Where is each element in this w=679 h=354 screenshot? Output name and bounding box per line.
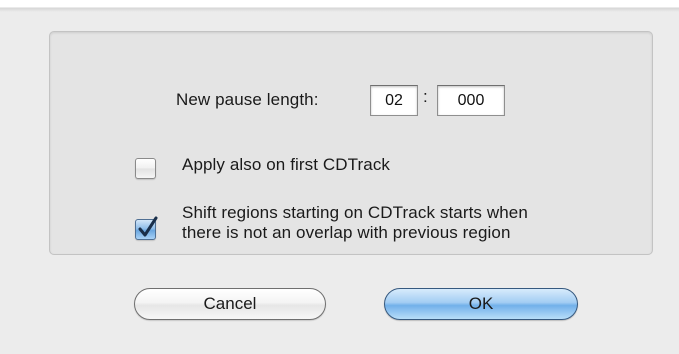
shift-regions-label-line1: Shift regions starting on CDTrack starts… (182, 203, 528, 222)
shift-regions-checkbox[interactable] (135, 216, 158, 240)
time-separator: : (423, 87, 428, 106)
checkmark-icon (138, 216, 158, 237)
cancel-button[interactable]: Cancel (134, 288, 326, 320)
pause-length-label: New pause length: (176, 90, 319, 109)
window-top-edge (0, 0, 679, 12)
apply-first-cdtrack-label: Apply also on first CDTrack (182, 155, 391, 174)
ok-button[interactable]: OK (384, 288, 578, 320)
pause-frames-field[interactable]: 000 (437, 85, 505, 116)
apply-first-cdtrack-checkbox[interactable] (135, 158, 156, 179)
pause-seconds-field[interactable]: 02 (370, 85, 418, 116)
shift-regions-label-line2: there is not an overlap with previous re… (182, 223, 511, 242)
